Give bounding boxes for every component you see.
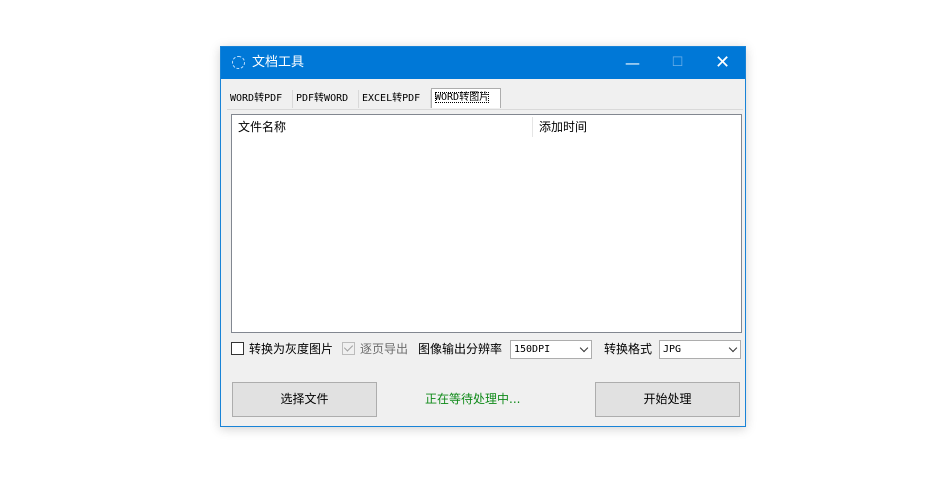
per-page-option: 逐页导出 [342,341,408,357]
column-divider[interactable] [532,117,533,137]
column-header-added-time[interactable]: 添加时间 [539,115,587,139]
tab-word-to-pdf[interactable]: WORD转PDF [227,90,293,108]
file-list[interactable]: 文件名称 添加时间 [231,114,742,333]
maximize-button[interactable]: ☐ [655,47,700,79]
column-header-file-name[interactable]: 文件名称 [238,115,286,139]
status-text: 正在等待处理中... [425,392,521,406]
window-title: 文档工具 [252,55,305,70]
title-bar[interactable]: 文档工具 — ☐ ✕ [221,47,745,79]
tab-label: EXCEL转PDF [362,93,421,104]
per-page-checkbox [342,342,355,355]
app-window: 文档工具 — ☐ ✕ WORD转PDF PDF转WORD EXCEL转PDF W… [220,46,746,427]
select-files-button[interactable]: 选择文件 [232,382,377,417]
chevron-down-icon [728,343,738,353]
app-icon [232,56,245,69]
per-page-label: 逐页导出 [360,342,409,356]
format-value: JPG [663,344,682,355]
minimize-button[interactable]: — [610,47,655,79]
tab-word-to-image[interactable]: WORD转图片 [431,88,501,108]
tab-panel-border [227,109,743,110]
chevron-down-icon [579,343,589,353]
format-select[interactable]: JPG [659,340,741,359]
grayscale-checkbox[interactable] [231,342,244,355]
tab-label: PDF转WORD [296,93,349,104]
resolution-value: 150DPI [514,344,551,355]
tab-label: WORD转PDF [230,93,283,104]
resolution-label: 图像输出分辨率 [418,342,503,356]
grayscale-label: 转换为灰度图片 [249,342,334,356]
resolution-select[interactable]: 150DPI [510,340,592,359]
tab-pdf-to-word[interactable]: PDF转WORD [293,90,359,108]
start-processing-button[interactable]: 开始处理 [595,382,740,417]
grayscale-option[interactable]: 转换为灰度图片 [231,341,333,357]
close-button[interactable]: ✕ [700,47,745,79]
file-list-header: 文件名称 添加时间 [232,115,741,139]
tab-excel-to-pdf[interactable]: EXCEL转PDF [359,90,431,108]
tab-label: WORD转图片 [435,92,490,103]
format-label: 转换格式 [604,342,653,356]
